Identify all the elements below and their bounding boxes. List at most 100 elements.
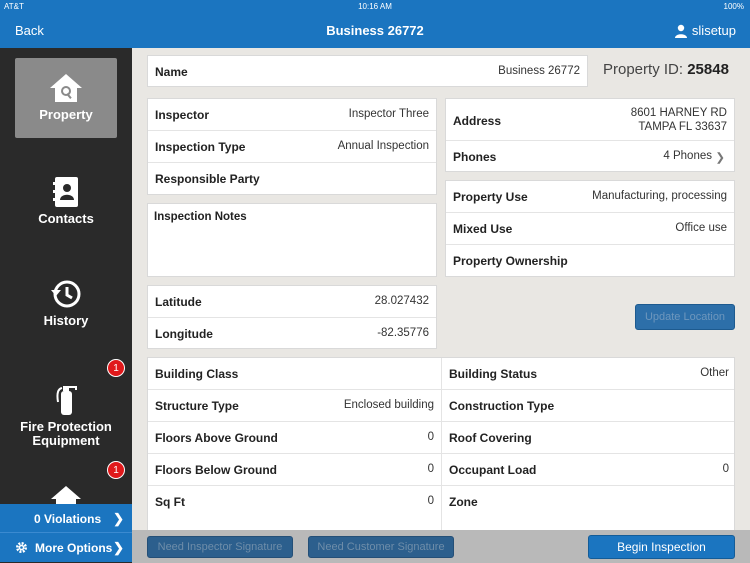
property-id-value: 25848 — [687, 61, 729, 78]
field-label: Occupant Load — [449, 463, 537, 477]
responsible-party-row[interactable]: Responsible Party — [148, 163, 436, 195]
chevron-right-icon: ❯ — [715, 152, 725, 164]
chevron-right-icon: ❯ — [113, 511, 124, 526]
mixed-use-row[interactable]: Mixed Use Office use — [446, 213, 734, 245]
field-value: 28.027432 — [374, 295, 429, 307]
sidebar-item-label: Contacts — [38, 211, 94, 226]
field-label: Zone — [449, 495, 478, 509]
field-value: Office use — [675, 222, 727, 234]
user-icon — [674, 24, 687, 38]
field-label: Property Use — [453, 190, 528, 204]
field-label: Floors Below Ground — [155, 463, 277, 477]
sidebar-item-fire-protection[interactable]: Fire Protection Equipment — [15, 368, 117, 452]
floors-below-row[interactable]: Floors Below Ground 0 — [148, 454, 441, 486]
violations-button[interactable]: 0 Violations ❯ — [0, 504, 132, 533]
notification-badge: 1 — [107, 359, 125, 377]
inspection-notes-label: Inspection Notes — [154, 211, 247, 223]
page-title: Business 26772 — [326, 23, 424, 38]
home-icon — [50, 74, 82, 102]
field-label: Address — [453, 114, 502, 128]
floors-above-row[interactable]: Floors Above Ground 0 — [148, 422, 441, 454]
fire-extinguisher-icon — [56, 386, 77, 415]
field-value: Other — [700, 367, 729, 379]
field-label: Latitude — [155, 295, 202, 309]
status-bar: AT&T 10:16 AM 100% — [0, 0, 750, 14]
gear-icon — [16, 542, 27, 553]
building-class-row[interactable]: Building Class — [148, 358, 441, 390]
inspection-type-row[interactable]: Inspection Type Annual Inspection — [148, 131, 436, 163]
construction-type-row[interactable]: Construction Type — [442, 390, 734, 422]
field-label: Sq Ft — [155, 495, 185, 509]
field-label: Building Status — [449, 367, 537, 381]
field-label: Roof Covering — [449, 431, 532, 445]
history-icon — [51, 280, 81, 308]
address-card: Address 8601 HARNEY RD TAMPA FL 33637 Ph… — [445, 98, 735, 172]
field-value: Inspector Three — [348, 108, 429, 120]
zone-row[interactable]: Zone — [442, 486, 734, 518]
property-id-label: Property ID: — [603, 61, 684, 78]
address-line-2: TAMPA FL 33637 — [638, 121, 727, 133]
notification-badge: 1 — [107, 461, 125, 479]
property-ownership-row[interactable]: Property Ownership — [446, 245, 734, 277]
name-value: Business 26772 — [498, 65, 580, 77]
field-value: Manufacturing, processing — [592, 190, 727, 202]
field-label: Construction Type — [449, 399, 555, 413]
sidebar-item-contacts[interactable]: Contacts — [15, 162, 117, 242]
phones-row[interactable]: Phones 4 Phones ❯ — [446, 141, 734, 173]
field-value: 0 — [722, 463, 729, 475]
building-card: Building Class Structure Type Enclosed b… — [147, 357, 735, 537]
field-value: 0 — [427, 495, 434, 507]
field-label: Inspector — [155, 108, 210, 122]
user-name: slisetup — [691, 23, 736, 38]
building-status-row[interactable]: Building Status Other — [442, 358, 734, 390]
begin-inspection-button[interactable]: Begin Inspection — [588, 535, 735, 559]
clock: 10:16 AM — [358, 2, 392, 11]
inspector-signature-button[interactable]: Need Inspector Signature — [147, 536, 293, 558]
sidebar: Property Contacts History Fire Protectio… — [0, 48, 132, 563]
inspection-card: Inspector Inspector Three Inspection Typ… — [147, 98, 437, 195]
chevron-right-icon: ❯ — [113, 540, 124, 555]
longitude-row[interactable]: Longitude -82.35776 — [148, 318, 436, 350]
violations-label: 0 Violations — [34, 512, 102, 526]
property-use-row[interactable]: Property Use Manufacturing, processing — [446, 181, 734, 213]
field-value: -82.35776 — [377, 327, 429, 339]
sidebar-item-label: Property — [39, 107, 93, 122]
inspection-notes-field[interactable]: Inspection Notes — [147, 203, 437, 277]
latitude-row[interactable]: Latitude 28.027432 — [148, 286, 436, 318]
field-value: Annual Inspection — [337, 140, 429, 152]
inspector-row[interactable]: Inspector Inspector Three — [148, 99, 436, 131]
sidebar-item-history[interactable]: History — [15, 264, 117, 344]
more-options-button[interactable]: More Options ❯ — [0, 533, 132, 562]
sidebar-item-label: History — [43, 313, 89, 328]
field-label: Structure Type — [155, 399, 239, 413]
update-location-button[interactable]: Update Location — [635, 304, 735, 330]
field-label: Property Ownership — [453, 254, 568, 268]
location-card: Latitude 28.027432 Longitude -82.35776 — [147, 285, 437, 349]
field-value: 0 — [427, 463, 434, 475]
roof-covering-row[interactable]: Roof Covering — [442, 422, 734, 454]
field-value: Enclosed building — [343, 399, 434, 411]
field-value: 4 Phones — [663, 150, 712, 162]
occupant-load-row[interactable]: Occupant Load 0 — [442, 454, 734, 486]
structure-type-row[interactable]: Structure Type Enclosed building — [148, 390, 441, 422]
field-value: 0 — [427, 431, 434, 443]
customer-signature-button[interactable]: Need Customer Signature — [308, 536, 454, 558]
property-use-card: Property Use Manufacturing, processing M… — [445, 180, 735, 277]
field-label: Inspection Type — [155, 140, 246, 154]
sq-ft-row[interactable]: Sq Ft 0 — [148, 486, 441, 518]
field-label: Building Class — [155, 367, 239, 381]
battery-label: 100% — [723, 2, 744, 11]
property-id: Property ID: 25848 — [603, 61, 729, 78]
sidebar-item-label: Fire Protection Equipment — [20, 419, 112, 448]
address-row[interactable]: Address 8601 HARNEY RD TAMPA FL 33637 — [446, 99, 734, 141]
sidebar-item-property[interactable]: Property — [15, 58, 117, 138]
field-label: Longitude — [155, 327, 213, 341]
field-label: Floors Above Ground — [155, 431, 278, 445]
field-label: Mixed Use — [453, 222, 513, 236]
user-menu[interactable]: slisetup — [674, 23, 736, 38]
contacts-icon — [53, 177, 78, 207]
field-label: Phones — [453, 150, 497, 164]
nav-bar: Back Business 26772 slisetup — [0, 14, 750, 48]
address-line-1: 8601 HARNEY RD — [630, 107, 727, 119]
name-field[interactable]: Name Business 26772 — [147, 55, 588, 87]
